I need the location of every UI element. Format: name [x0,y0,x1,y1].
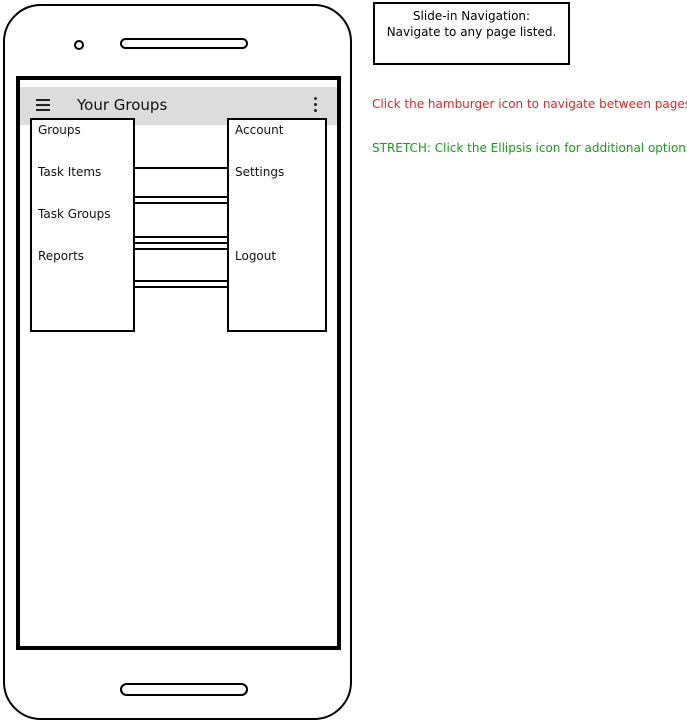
connector-line [135,286,227,288]
annotation-box: Slide-in Navigation: Navigate to any pag… [373,2,570,65]
connector-line [135,248,227,250]
menu-item-account[interactable]: Account [235,123,283,137]
phone-screen: Your Groups Groups Task Items Task Group… [16,76,341,650]
menu-item-logout[interactable]: Logout [235,249,276,263]
home-button[interactable] [120,683,248,696]
connector-line [135,196,227,198]
page-title: Your Groups [77,96,168,114]
camera-icon [74,40,84,50]
connector-line [135,236,227,238]
options-menu-right: Account Settings Logout [227,118,327,332]
ellipsis-vertical-icon[interactable] [312,97,318,115]
connector-line [135,202,227,204]
nav-item-task-items[interactable]: Task Items [38,165,101,179]
stretch-note: STRETCH: Click the Ellipsis icon for add… [372,141,687,155]
speaker-grille [120,38,248,49]
connector-line [135,242,227,244]
nav-drawer-left: Groups Task Items Task Groups Reports [30,118,135,332]
connector-line [135,167,227,169]
nav-item-task-groups[interactable]: Task Groups [38,207,111,221]
nav-item-reports[interactable]: Reports [38,249,84,263]
menu-item-settings[interactable]: Settings [235,165,284,179]
annotation-description: Navigate to any page listed. [386,25,557,39]
connector-line [135,280,227,282]
hamburger-note: Click the hamburger icon to navigate bet… [372,97,687,111]
annotation-title: Slide-in Navigation: [412,9,531,23]
hamburger-icon[interactable] [36,99,50,111]
nav-item-groups[interactable]: Groups [38,123,81,137]
